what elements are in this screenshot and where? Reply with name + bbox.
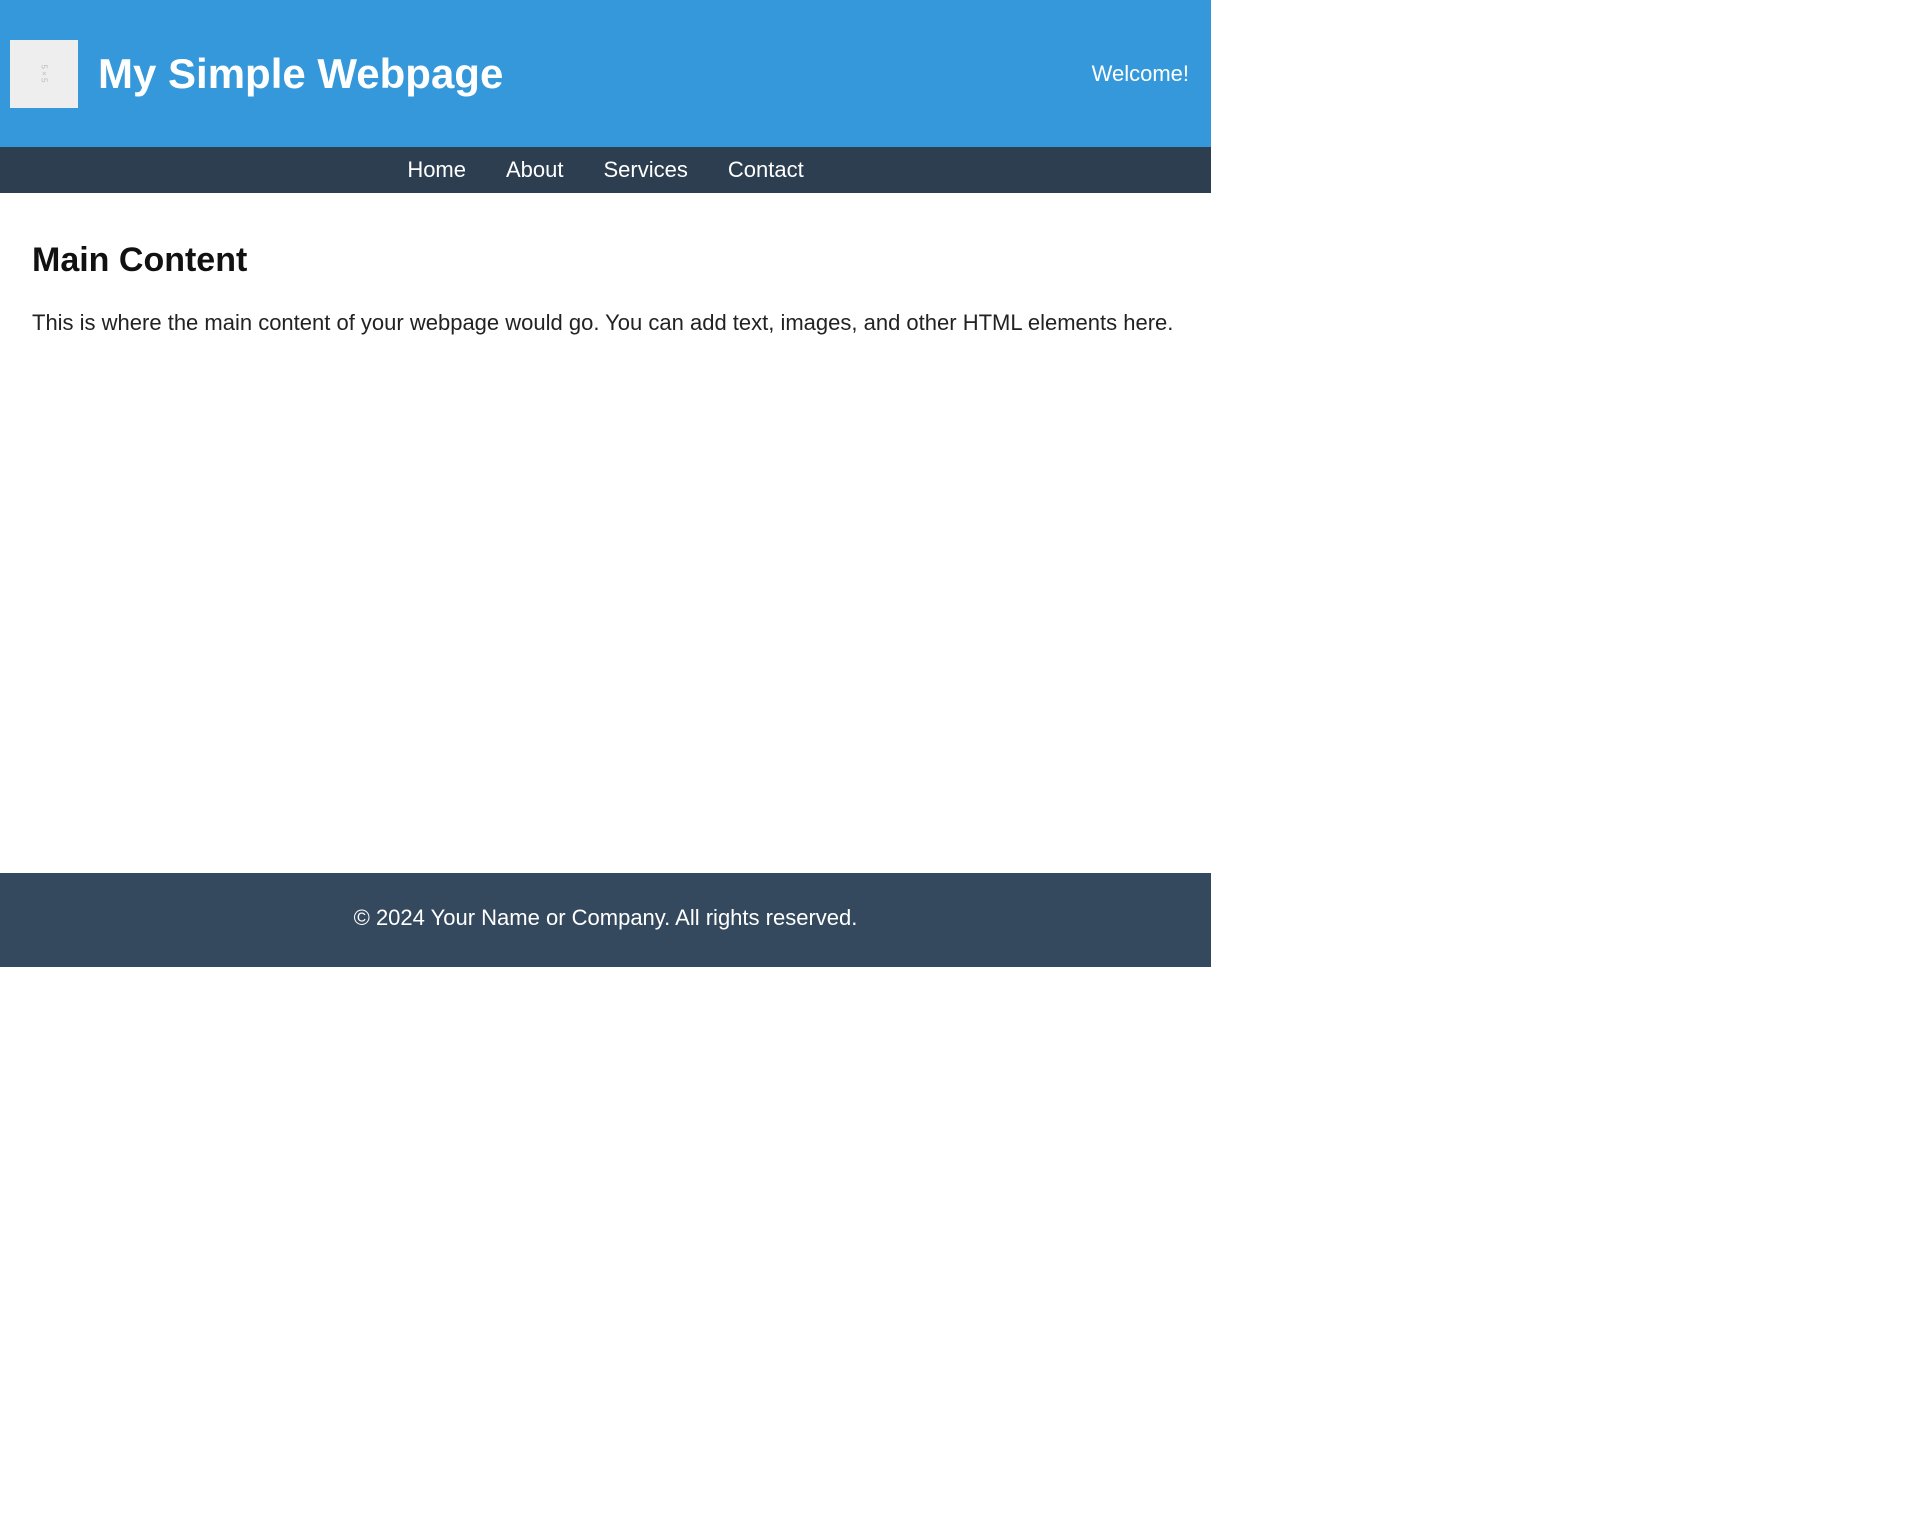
nav-item-contact[interactable]: Contact	[728, 157, 804, 183]
nav-item-about[interactable]: About	[506, 157, 564, 183]
main-heading: Main Content	[32, 241, 1179, 280]
footer-text: © 2024 Your Name or Company. All rights …	[354, 905, 858, 930]
main-content: Main Content This is where the main cont…	[0, 193, 1211, 873]
logo-placeholder-icon: 5 × 5	[10, 40, 78, 108]
main-nav: Home About Services Contact	[0, 147, 1211, 193]
main-text: This is where the main content of your w…	[32, 308, 1179, 339]
nav-item-home[interactable]: Home	[407, 157, 466, 183]
header: 5 × 5 My Simple Webpage Welcome!	[0, 0, 1211, 147]
site-title: My Simple Webpage	[98, 50, 503, 98]
header-left: 5 × 5 My Simple Webpage	[10, 40, 503, 108]
welcome-text: Welcome!	[1092, 61, 1201, 87]
nav-item-services[interactable]: Services	[604, 157, 688, 183]
footer: © 2024 Your Name or Company. All rights …	[0, 873, 1211, 967]
logo-alt-text: 5 × 5	[39, 64, 48, 82]
